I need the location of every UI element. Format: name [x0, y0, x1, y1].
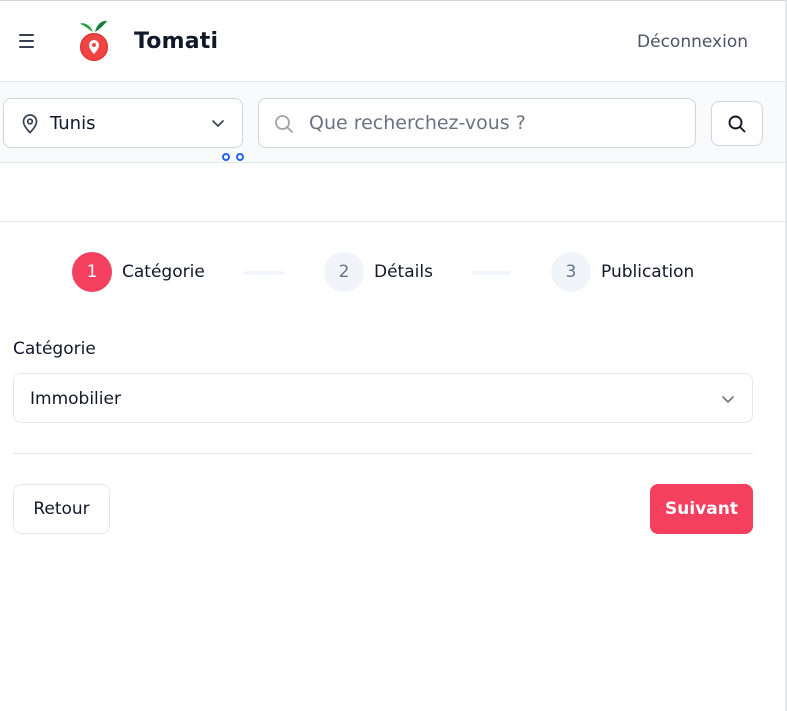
category-value: Immobilier [30, 389, 121, 409]
search-bar: Tunis [0, 82, 785, 163]
app-frame: Tomati Déconnexion Tunis Que recherchez-… [0, 0, 787, 711]
step-label: Publication [601, 262, 695, 282]
clipped-content-fragment [218, 151, 254, 165]
chevron-down-icon [212, 120, 224, 127]
chevron-down-icon [722, 396, 734, 403]
next-button[interactable]: Suivant [650, 484, 753, 534]
step-connector [244, 271, 284, 275]
step-label: Catégorie [122, 262, 205, 282]
divider [13, 453, 753, 454]
location-pin-icon [22, 114, 38, 134]
back-button[interactable]: Retour [13, 484, 110, 534]
step-number: 3 [551, 252, 591, 292]
location-value: Tunis [50, 113, 96, 134]
step-number: 2 [324, 252, 364, 292]
divider [0, 221, 785, 222]
search-icon [275, 115, 293, 133]
menu-icon[interactable] [19, 34, 37, 50]
category-field-label: Catégorie [13, 339, 96, 359]
step-label: Détails [374, 262, 433, 282]
search-icon [728, 115, 746, 133]
step-connector [471, 271, 511, 275]
category-select[interactable]: Immobilier [13, 373, 753, 423]
search-field [258, 98, 696, 148]
logout-link[interactable]: Déconnexion [637, 32, 748, 52]
brand-name[interactable]: Tomati [134, 29, 218, 54]
search-button[interactable] [711, 101, 763, 146]
top-header: Tomati Déconnexion [0, 1, 785, 82]
tomato-logo-icon[interactable] [78, 19, 110, 63]
search-input[interactable] [309, 107, 679, 139]
step-number: 1 [72, 252, 112, 292]
location-select[interactable]: Tunis [3, 98, 243, 148]
